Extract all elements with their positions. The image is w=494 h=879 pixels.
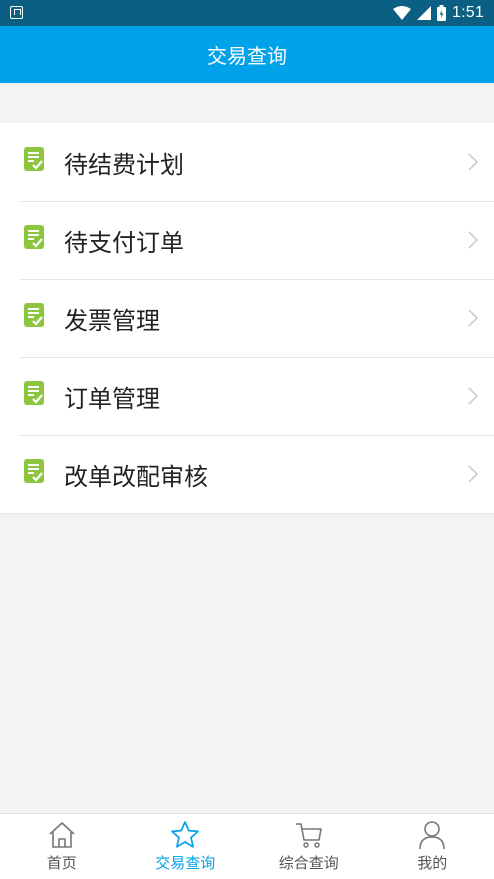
star-icon xyxy=(170,820,200,850)
tab-mine[interactable]: 我的 xyxy=(371,814,494,879)
person-icon xyxy=(417,820,447,850)
document-check-icon xyxy=(24,381,46,407)
battery-icon xyxy=(437,5,446,21)
menu-item-pending-fee-plan[interactable]: 待结费计划 xyxy=(0,123,494,201)
document-check-icon xyxy=(24,303,46,329)
tab-home[interactable]: 首页 xyxy=(0,814,124,879)
menu-item-order-management[interactable]: 订单管理 xyxy=(0,357,494,435)
menu-item-label: 改单改配审核 xyxy=(64,457,208,492)
tab-general-query[interactable]: 综合查询 xyxy=(247,814,371,879)
menu-item-change-order-review[interactable]: 改单改配审核 xyxy=(0,435,494,513)
document-check-icon xyxy=(24,225,46,251)
menu-item-label: 待结费计划 xyxy=(64,145,184,180)
page-title: 交易查询 xyxy=(207,40,287,69)
chevron-right-icon xyxy=(468,387,478,405)
status-bar: 1:51 xyxy=(0,0,494,26)
notification-icon xyxy=(10,6,23,19)
document-check-icon xyxy=(24,147,46,173)
cart-icon xyxy=(294,820,324,850)
tab-label: 首页 xyxy=(47,852,77,873)
chevron-right-icon xyxy=(468,231,478,249)
signal-icon xyxy=(417,6,431,20)
home-icon xyxy=(47,820,77,850)
tab-label: 我的 xyxy=(417,852,447,873)
bottom-tab-bar: 首页 交易查询 综合查询 我的 xyxy=(0,813,494,879)
status-time: 1:51 xyxy=(452,4,484,22)
chevron-right-icon xyxy=(468,465,478,483)
status-icons: 1:51 xyxy=(393,0,484,26)
chevron-right-icon xyxy=(468,309,478,327)
tab-trade-query[interactable]: 交易查询 xyxy=(124,814,248,879)
wifi-icon xyxy=(393,6,411,20)
tab-label: 综合查询 xyxy=(279,852,339,873)
tab-label: 交易查询 xyxy=(155,852,215,873)
menu-item-label: 订单管理 xyxy=(64,379,160,414)
menu-item-label: 发票管理 xyxy=(64,301,160,336)
header-bar: 交易查询 xyxy=(0,26,494,83)
chevron-right-icon xyxy=(468,153,478,171)
document-check-icon xyxy=(24,459,46,485)
menu-item-pending-payment-order[interactable]: 待支付订单 xyxy=(0,201,494,279)
menu-list: 待结费计划 待支付订单 发票管理 订单管 xyxy=(0,123,494,514)
menu-item-label: 待支付订单 xyxy=(64,223,184,258)
menu-item-invoice-management[interactable]: 发票管理 xyxy=(0,279,494,357)
